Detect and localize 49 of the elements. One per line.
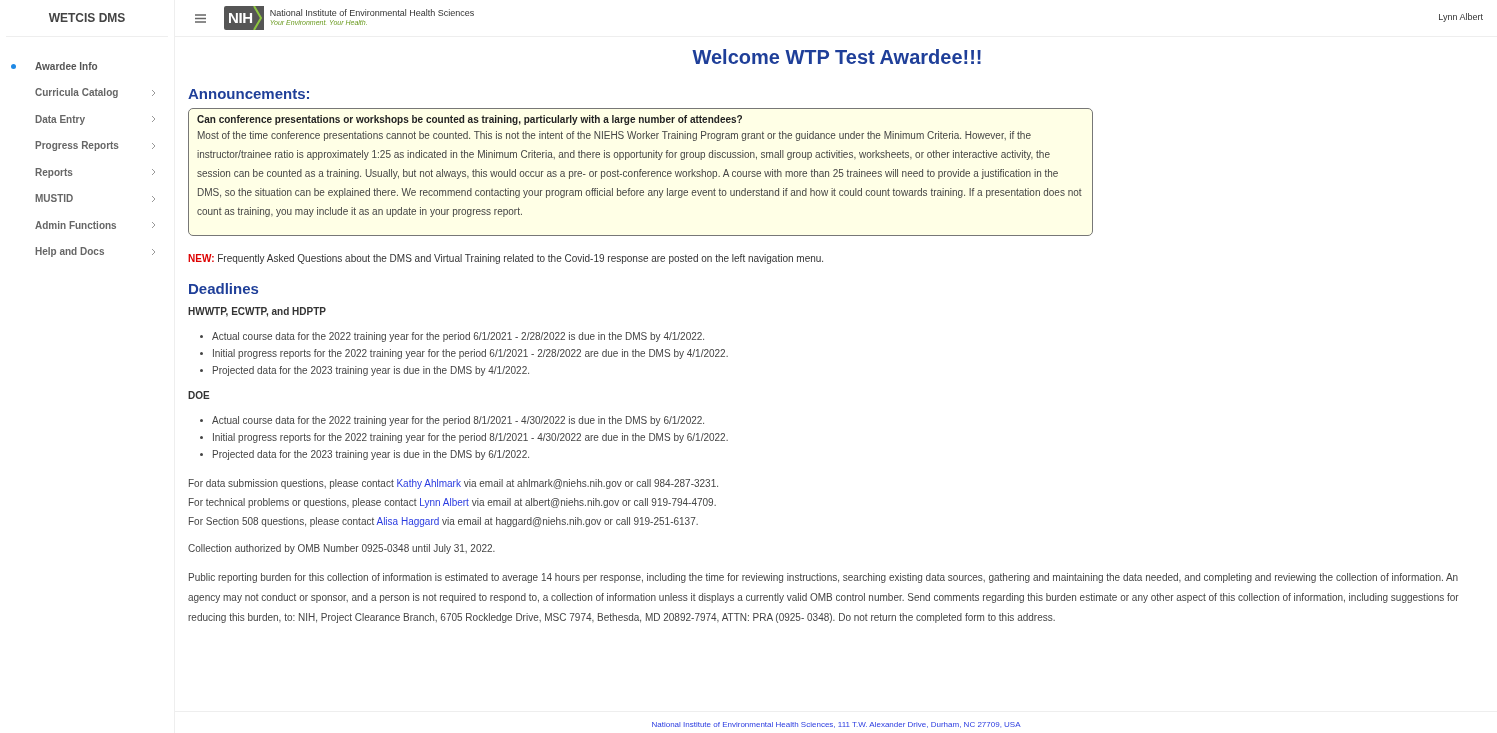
nav-item[interactable]: Progress Reports xyxy=(0,132,174,159)
chevron-right-icon xyxy=(151,141,156,150)
chevron-right-icon xyxy=(151,221,156,230)
bullet-icon xyxy=(200,453,203,456)
bullet-icon xyxy=(200,419,203,422)
chevron-right-icon xyxy=(151,168,156,177)
deadline-item: Projected data for the 2023 training year is due in the DMS by 6/1/2022. xyxy=(212,448,530,462)
welcome-heading: Welcome WTP Test Awardee!!! xyxy=(691,45,984,69)
nih-logo: NIH xyxy=(224,6,264,30)
contact-line: For technical problems or questions, please contact Lynn Albert via email at albert@niehs.nih.gov or call 919-794-4709. xyxy=(188,496,718,510)
contact-line: For Section 508 questions, please contact Alisa Haggard via email at haggard@niehs.nih.gov or call 919-251-6137. xyxy=(188,515,700,529)
org-name: National Institute of Environmental Health Sciences xyxy=(269,8,475,18)
chevron-right-icon xyxy=(151,247,156,256)
deadline-item: Actual course data for the 2022 training year for the period 8/1/2021 - 4/30/2022 is due in the DMS by 6/1/2022. xyxy=(212,414,706,428)
nav-item[interactable]: Admin Functions xyxy=(0,212,174,239)
nav-item[interactable]: Reports xyxy=(0,159,174,186)
announcement-text: Most of the time conference presentations cannot be counted. This is not the intent of the NIEHS Worker Training Program grant or the guidance under the Minimum Criteria. However, if the instructor/trainee ratio is approximately 1:25 as indicated in the Minimum Criteria, and there is opportunity for group discussion, small group activities, worksheets, or other interactive activity, the session can be counted as a training. Usually, but not always, this would occur as a pre- or post-conference workshop. A course with more than 25 trainees will need to provide a justification in the DMS, so the situation can be explained there. We recommend contacting your program official before any large event to understand if and how it could count towards training. If a presentation does not count as training, you may include it as an update in your progress report. xyxy=(197,128,1083,219)
chevron-right-icon xyxy=(151,115,156,124)
contact-line: For data submission questions, please contact Kathy Ahlmark via email at ahlmark@niehs.nih.gov or call 984-287-3231. xyxy=(188,477,720,491)
nav-item[interactable]: Awardee Info xyxy=(0,53,174,80)
nav-item[interactable]: Help and Docs xyxy=(0,238,174,265)
section-heading: Deadlines xyxy=(188,278,260,299)
announcement-question: Can conference presentations or workshops be counted as training, particularly with a large number of attendees? xyxy=(197,112,744,126)
chevron-right-icon xyxy=(151,194,156,203)
deadline-item: Actual course data for the 2022 training year for the period 6/1/2021 - 2/28/2022 is due in the DMS by 4/1/2022. xyxy=(212,330,706,344)
omb-notice: Collection authorized by OMB Number 0925-0348 until July 31, 2022. xyxy=(188,542,497,556)
deadline-item: Initial progress reports for the 2022 training year for the period 6/1/2021 - 2/28/2022 are due in the DMS by 4/1/2022. xyxy=(212,347,729,361)
nav-item[interactable]: MUSTID xyxy=(0,185,174,212)
bullet-icon xyxy=(200,352,203,355)
user-name[interactable]: Lynn Albert xyxy=(1438,11,1483,25)
group-title: HWWTP, ECWTP, and HDPTP xyxy=(188,305,327,319)
nav-item[interactable]: Data Entry xyxy=(0,106,174,133)
menu-icon[interactable] xyxy=(195,13,206,23)
bullet-icon xyxy=(200,369,203,372)
group-title: DOE xyxy=(188,389,211,403)
chevron-right-icon xyxy=(151,88,156,97)
news-notice: NEW: Frequently Asked Questions about the DMS and Virtual Training related to the Covid-19 response are posted on the left navigation menu. xyxy=(188,251,826,266)
contact-link[interactable]: Lynn Albert xyxy=(419,497,469,508)
contact-link[interactable]: Alisa Haggard xyxy=(376,516,440,527)
footer-address: National Institute of Environmental Health Sciences, 111 T.W. Alexander Drive, Durham, NC 27709, USA xyxy=(651,719,1021,731)
app-title: WETCIS DMS xyxy=(48,10,126,27)
burden-statement: Public reporting burden for this collection of information is estimated to average 14 hours per response, including the time for reviewing instructions, searching existing data sources, gathering and maintaining the data needed, and completing and reviewing the collection of information. An agency may not conduct or sponsor, and a person is not required to respond to, a collection of information unless it displays a currently valid OMB control number. Send comments regarding this burden estimate or any other aspect of this collection of information, including suggestions for reducing this burden, to: NIH, Project Clearance Branch, 6705 Rockledge Drive, MSC 7974, Bethesda, MD 20892-7974, ATTN: PRA (0925- 0348). Do not return the completed form to this address. xyxy=(188,571,1460,625)
nav-item[interactable]: Curricula Catalog xyxy=(0,79,174,106)
section-heading: Announcements: xyxy=(188,84,312,104)
deadline-item: Projected data for the 2023 training year is due in the DMS by 4/1/2022. xyxy=(212,364,530,378)
deadline-item: Initial progress reports for the 2022 training year for the period 8/1/2021 - 4/30/2022 are due in the DMS by 6/1/2022. xyxy=(212,431,729,445)
bullet-icon xyxy=(200,436,203,439)
bullet-icon xyxy=(200,335,203,338)
contact-link[interactable]: Kathy Ahlmark xyxy=(396,478,461,489)
